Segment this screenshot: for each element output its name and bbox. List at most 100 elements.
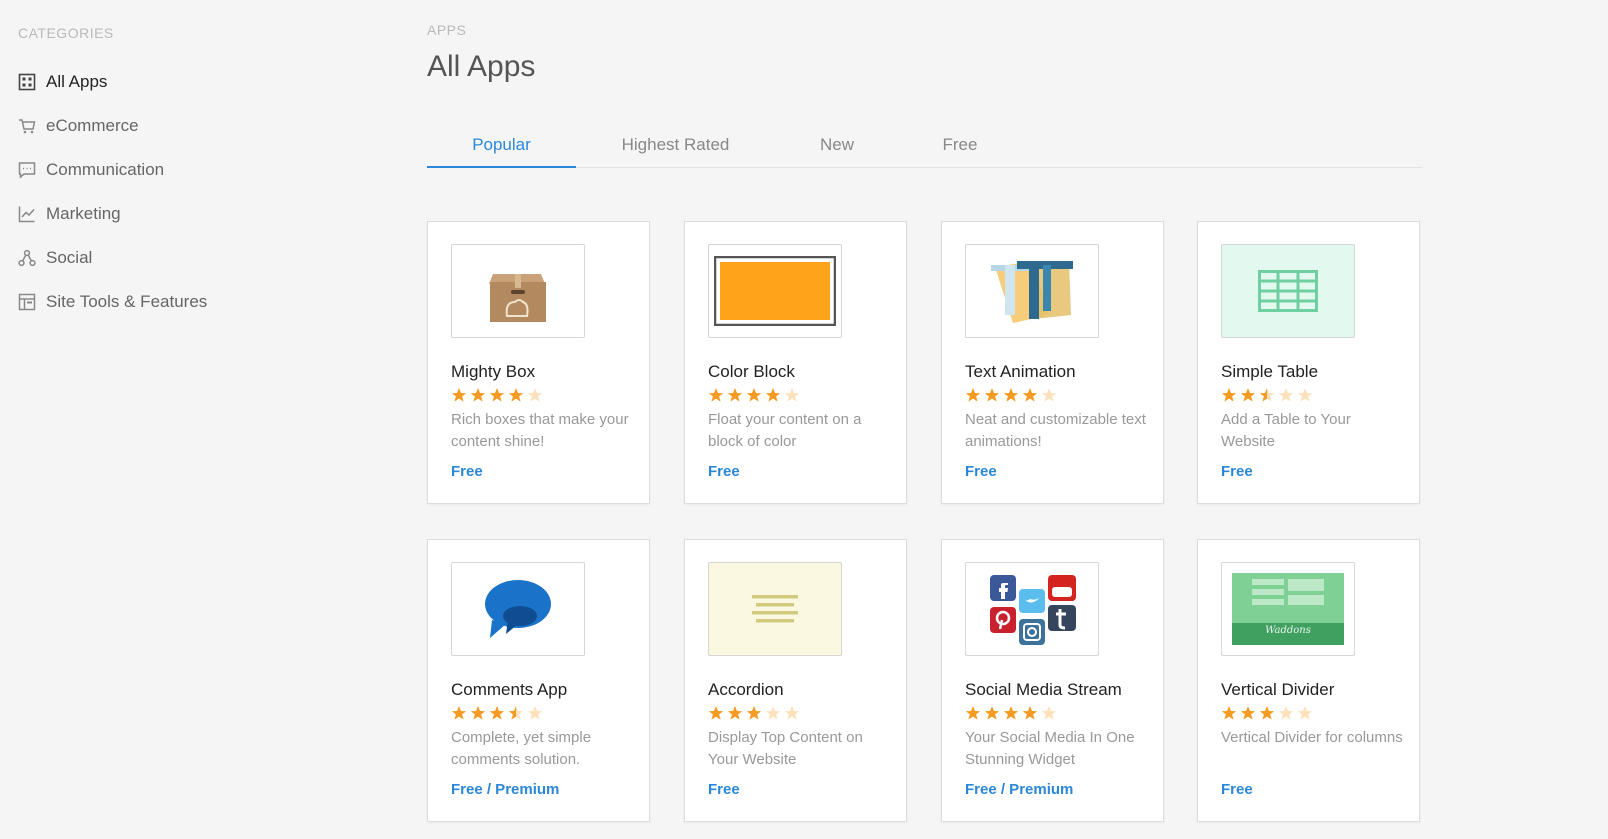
star-icon: [708, 388, 724, 402]
star-icon: [784, 706, 800, 720]
sidebar-item-label: Communication: [46, 160, 165, 179]
grid-icon: [18, 73, 36, 91]
star-icon: [1003, 706, 1019, 720]
breadcrumb: APPS: [427, 22, 467, 38]
star-rating: [1221, 387, 1316, 403]
star-rating: [451, 705, 546, 721]
star-icon: [1259, 388, 1275, 402]
app-card-social-media-stream[interactable]: Social Media Stream Your Social Media In…: [941, 539, 1164, 822]
star-icon: [727, 388, 743, 402]
star-rating: [965, 705, 1060, 721]
app-card-comments-app[interactable]: Comments App Complete, yet simple commen…: [427, 539, 650, 822]
app-price[interactable]: Free: [708, 781, 740, 798]
sidebar-item-label: Social: [46, 248, 93, 267]
app-card-accordion[interactable]: Accordion Display Top Content on Your We…: [684, 539, 907, 822]
tab-free[interactable]: Free: [922, 122, 998, 166]
star-icon: [489, 706, 505, 720]
cart-icon: [18, 117, 36, 135]
layout-icon: [18, 293, 36, 311]
categories-heading: CATEGORIES: [18, 25, 114, 41]
chat-icon: [18, 161, 36, 179]
star-icon: [984, 706, 1000, 720]
star-icon: [1022, 388, 1038, 402]
star-rating: [1221, 705, 1316, 721]
app-price[interactable]: Free: [451, 463, 483, 480]
star-rating: [965, 387, 1060, 403]
star-icon: [965, 388, 981, 402]
star-rating: [708, 705, 803, 721]
star-icon: [1003, 388, 1019, 402]
app-description: Add a Table to Your Website: [1221, 411, 1351, 450]
table-icon: [1221, 244, 1355, 338]
category-list: All Apps eCommerce Communication Marketi…: [18, 60, 207, 324]
sidebar-item-communication[interactable]: Communication: [18, 148, 207, 192]
star-icon: [746, 706, 762, 720]
app-card-vertical-divider[interactable]: Waddons Vertical Divider Vertical Divide…: [1197, 539, 1420, 822]
social-media-icon: [965, 562, 1099, 656]
app-title: Mighty Box: [451, 362, 536, 381]
app-price[interactable]: Free: [708, 463, 740, 480]
star-icon: [451, 706, 467, 720]
divider-thumb-logo: Waddons: [1265, 625, 1311, 636]
app-card-mighty-box[interactable]: Mighty Box Rich boxes that make your con…: [427, 221, 650, 504]
star-icon: [984, 388, 1000, 402]
tab-popular[interactable]: Popular: [427, 122, 576, 168]
sidebar-item-label: All Apps: [46, 72, 108, 91]
app-description: Vertical Divider for columns: [1221, 729, 1403, 746]
accordion-icon: [708, 562, 842, 656]
star-rating: [451, 387, 546, 403]
app-price[interactable]: Free / Premium: [965, 781, 1073, 798]
star-icon: [527, 388, 543, 402]
app-description: Neat and customizable text animations!: [965, 411, 1146, 450]
star-icon: [508, 706, 524, 720]
star-icon: [470, 706, 486, 720]
star-icon: [965, 706, 981, 720]
sidebar-item-marketing[interactable]: Marketing: [18, 192, 207, 236]
app-price[interactable]: Free: [1221, 463, 1253, 480]
star-icon: [1297, 706, 1313, 720]
tab-highest-rated[interactable]: Highest Rated: [597, 122, 754, 166]
app-card-text-animation[interactable]: Text Animation Neat and customizable tex…: [941, 221, 1164, 504]
text-animation-icon: [965, 244, 1099, 338]
star-icon: [765, 388, 781, 402]
app-description: Complete, yet simple comments solution.: [451, 729, 592, 768]
app-card-color-block[interactable]: Color Block Float your content on a bloc…: [684, 221, 907, 504]
app-description: Your Social Media In One Stunning Widget: [965, 729, 1135, 768]
star-icon: [451, 388, 467, 402]
star-icon: [1278, 388, 1294, 402]
star-icon: [508, 388, 524, 402]
app-description: Rich boxes that make your content shine!: [451, 411, 629, 450]
app-title: Vertical Divider: [1221, 680, 1335, 699]
app-title: Text Animation: [965, 362, 1076, 381]
tab-bar: Popular Highest Rated New Free: [427, 122, 1422, 168]
sidebar-item-ecommerce[interactable]: eCommerce: [18, 104, 207, 148]
sidebar-item-label: Marketing: [46, 204, 121, 223]
sidebar-item-social[interactable]: Social: [18, 236, 207, 280]
star-icon: [708, 706, 724, 720]
app-price[interactable]: Free: [965, 463, 997, 480]
app-price[interactable]: Free: [1221, 781, 1253, 798]
star-icon: [1297, 388, 1313, 402]
sidebar-item-all-apps[interactable]: All Apps: [18, 60, 207, 104]
app-title: Accordion: [708, 680, 784, 699]
star-icon: [765, 706, 781, 720]
comments-icon: [451, 562, 585, 656]
app-price[interactable]: Free / Premium: [451, 781, 559, 798]
star-icon: [1221, 706, 1237, 720]
app-description: Display Top Content on Your Website: [708, 729, 863, 768]
star-icon: [1240, 706, 1256, 720]
share-icon: [18, 249, 36, 267]
app-card-simple-table[interactable]: Simple Table Add a Table to Your Website…: [1197, 221, 1420, 504]
star-icon: [1041, 706, 1057, 720]
app-description: Float your content on a block of color: [708, 411, 862, 450]
sidebar-item-site-tools[interactable]: Site Tools & Features: [18, 280, 207, 324]
star-icon: [784, 388, 800, 402]
color-block-icon: [708, 244, 842, 338]
star-icon: [1041, 388, 1057, 402]
star-icon: [1022, 706, 1038, 720]
star-rating: [708, 387, 803, 403]
tab-new[interactable]: New: [797, 122, 877, 166]
star-icon: [1240, 388, 1256, 402]
chart-icon: [18, 205, 36, 223]
app-title: Simple Table: [1221, 362, 1319, 381]
